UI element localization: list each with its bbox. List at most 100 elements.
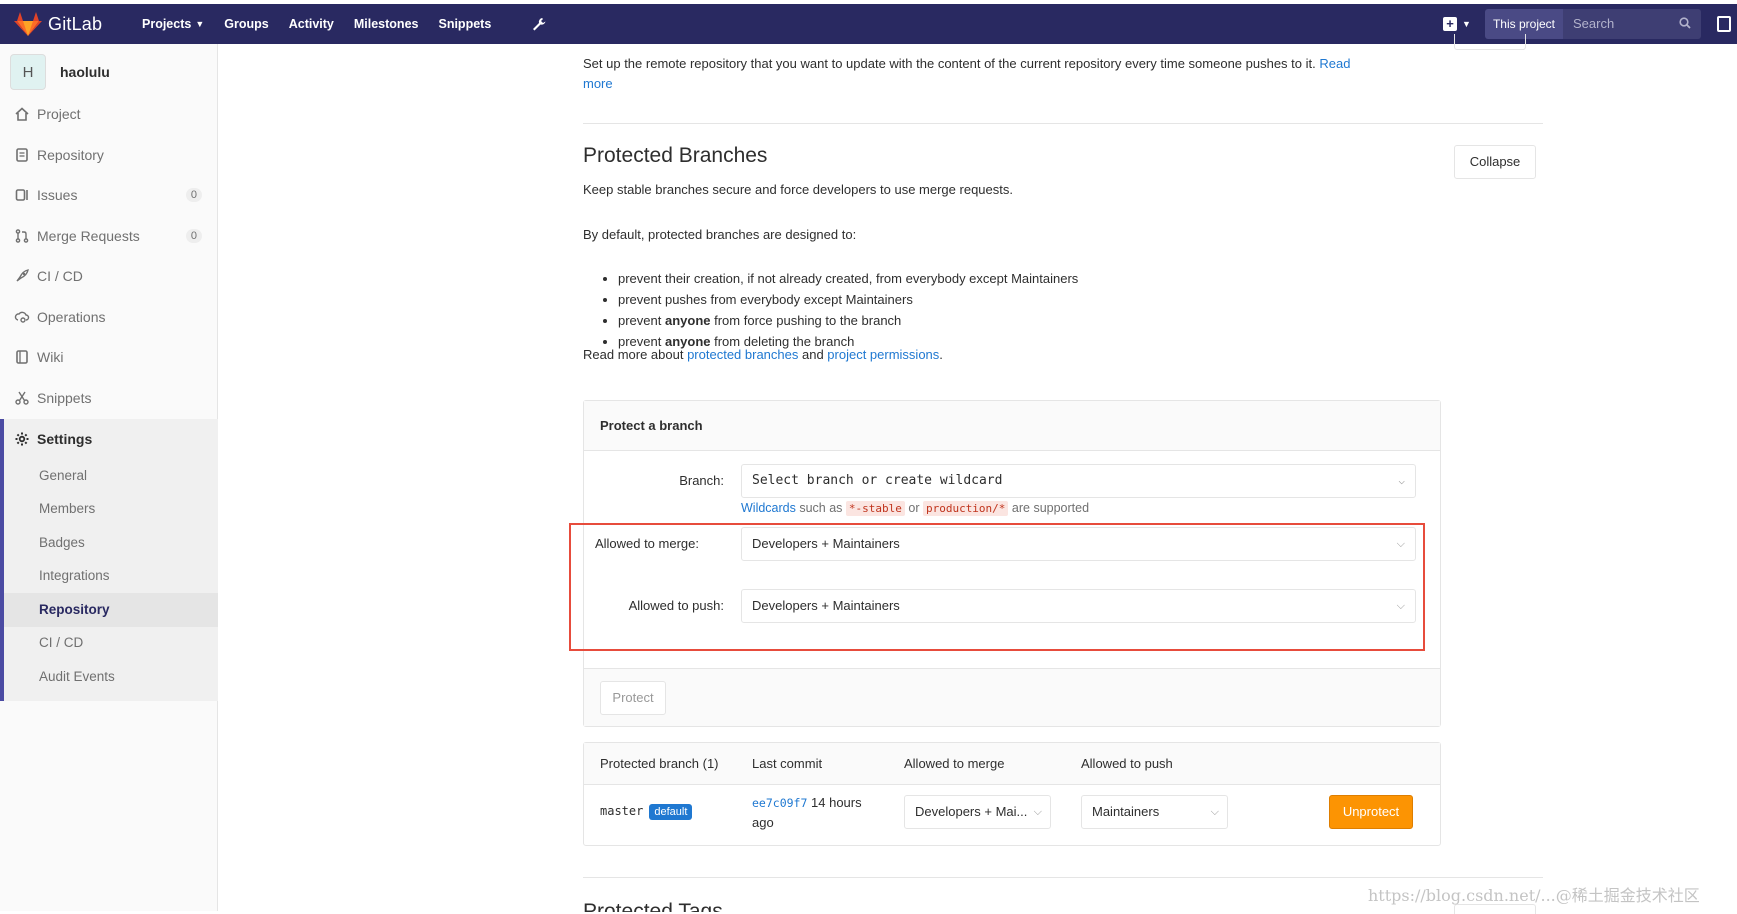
sidebar-item-label: Repository	[37, 147, 104, 163]
rule-text: from force pushing to the branch	[710, 313, 902, 328]
sidebar-item-label: Operations	[37, 309, 106, 325]
merge-requests-count-badge: 0	[185, 229, 202, 243]
merge-request-icon	[15, 229, 29, 243]
sidebar-item-ci-cd[interactable]: CI / CD	[0, 256, 218, 296]
sidebar-item-label: Snippets	[37, 390, 92, 406]
rule-text: prevent their creation, if not already c…	[618, 271, 1079, 286]
mirror-description: Set up the remote repository that you wa…	[583, 54, 1383, 94]
section-title: Protected Branches	[583, 144, 768, 167]
home-icon	[15, 107, 29, 121]
chevron-down-icon: ⌵	[1033, 806, 1042, 818]
rocket-icon	[16, 269, 29, 282]
table-header: Protected branch (1) Last commit Allowed…	[584, 743, 1440, 785]
read-more-text: Read more about	[583, 347, 688, 362]
nav-snippets[interactable]: Snippets	[438, 17, 491, 31]
unprotect-button[interactable]: Unprotect	[1329, 795, 1413, 829]
hint-text: or	[904, 501, 923, 515]
settings-section: Settings General Members Badges Integrat…	[0, 419, 218, 701]
sidebar-item-project[interactable]: Project	[0, 94, 218, 134]
nav-snippets-label: Snippets	[438, 17, 492, 31]
nav-groups[interactable]: Groups	[224, 17, 268, 31]
gitlab-logo[interactable]: GitLab	[14, 11, 122, 37]
commit-sha-link[interactable]: ee7c09f7	[752, 796, 807, 810]
default-rules-intro: By default, protected branches are desig…	[583, 227, 857, 242]
search-icon	[1679, 17, 1691, 29]
panel-title: Protect a branch	[584, 401, 1440, 451]
section-divider	[583, 877, 1543, 878]
sidebar-item-snippets[interactable]: Snippets	[0, 378, 218, 418]
new-dropdown-button[interactable]: + ▼	[1443, 17, 1471, 31]
gear-icon	[15, 432, 29, 446]
wrench-icon[interactable]	[531, 16, 547, 32]
issues-icon	[15, 189, 28, 201]
sidebar-item-settings[interactable]: Settings	[14, 431, 92, 447]
sidebar-item-operations[interactable]: Operations	[0, 297, 218, 337]
nav-milestones[interactable]: Milestones	[354, 17, 419, 31]
protected-branches-link[interactable]: protected branches	[687, 347, 798, 362]
hint-text: are supported	[1008, 501, 1090, 515]
tanuki-icon	[14, 12, 42, 36]
sidebar-item-label: CI / CD	[37, 268, 83, 284]
search-input[interactable]: Search	[1563, 9, 1701, 39]
main-content: Set up the remote repository that you wa…	[218, 34, 1737, 914]
nav-projects-label: Projects	[142, 17, 192, 31]
row-merge-select[interactable]: Developers + Mai... ⌵	[904, 795, 1051, 829]
read-more-line: Read more about protected branches and p…	[583, 347, 943, 362]
search-placeholder: Search	[1573, 16, 1615, 31]
nav-groups-label: Groups	[224, 17, 269, 31]
highlight-annotation-box	[569, 523, 1425, 651]
last-commit-cell: ee7c09f7 14 hours ago	[752, 793, 872, 833]
default-rules-list: prevent their creation, if not already c…	[618, 268, 1078, 352]
settings-item-badges[interactable]: Badges	[4, 526, 218, 560]
settings-item-members[interactable]: Members	[4, 492, 218, 526]
plus-icon: +	[1443, 17, 1458, 31]
sidebar-item-repository[interactable]: Repository	[0, 135, 218, 175]
rule-text: prevent pushes from everybody except Mai…	[618, 292, 913, 307]
doc-icon	[16, 148, 28, 162]
watermark-text: https://blog.csdn.net/...@稀土掘金技术社区	[1368, 886, 1700, 905]
issues-count-badge: 0	[185, 188, 202, 202]
issues-shortcut-icon[interactable]	[1717, 16, 1731, 32]
hint-code-production: production/*	[922, 501, 1009, 516]
list-item: prevent their creation, if not already c…	[618, 268, 1078, 289]
cloud-gear-icon	[14, 311, 30, 323]
sidebar-item-issues[interactable]: Issues 0	[0, 175, 218, 215]
chevron-down-icon: ▼	[1462, 19, 1471, 29]
default-badge: default	[649, 804, 693, 820]
branch-name: master	[600, 804, 644, 818]
wildcards-link[interactable]: Wildcards	[741, 501, 796, 515]
project-name: haolulu	[60, 64, 110, 80]
col-allowed-to-merge: Allowed to merge	[904, 756, 1005, 771]
sidebar-item-merge-requests[interactable]: Merge Requests 0	[0, 216, 218, 256]
list-item: prevent pushes from everybody except Mai…	[618, 289, 1078, 310]
sidebar-item-wiki[interactable]: Wiki	[0, 337, 218, 377]
chevron-down-icon: ⌵	[1398, 474, 1405, 487]
settings-item-general[interactable]: General	[4, 459, 218, 493]
rule-text: prevent	[618, 313, 665, 328]
read-more-period: .	[939, 347, 943, 362]
settings-item-ci-cd[interactable]: CI / CD	[4, 626, 218, 660]
rule-emphasis: anyone	[664, 313, 711, 328]
nav-projects[interactable]: Projects ▼	[142, 17, 204, 31]
settings-item-audit-events[interactable]: Audit Events	[4, 660, 218, 694]
branch-cell: master default	[600, 803, 693, 820]
nav-activity[interactable]: Activity	[289, 17, 334, 31]
hint-text: such as	[795, 501, 846, 515]
branch-label: Branch:	[679, 473, 724, 488]
hint-code-stable: *-stable	[845, 501, 905, 516]
row-push-select[interactable]: Maintainers ⌵	[1081, 795, 1228, 829]
settings-item-repository[interactable]: Repository	[4, 593, 218, 627]
branch-select[interactable]: Select branch or create wildcard ⌵	[741, 464, 1416, 498]
row-merge-value: Developers + Mai...	[915, 804, 1028, 819]
collapse-button[interactable]: Collapse	[1454, 145, 1536, 179]
settings-item-integrations[interactable]: Integrations	[4, 559, 218, 593]
project-permissions-link[interactable]: project permissions	[827, 347, 939, 362]
brand-name: GitLab	[48, 13, 103, 34]
project-header[interactable]: H haolulu	[0, 44, 217, 100]
section-divider	[583, 123, 1543, 124]
protect-button[interactable]: Protect	[600, 681, 666, 715]
sidebar-item-label: Project	[37, 106, 81, 122]
nav-milestones-label: Milestones	[353, 17, 419, 31]
col-protected-branch: Protected branch (1)	[600, 756, 719, 771]
mirror-expand-button[interactable]	[1454, 34, 1526, 50]
